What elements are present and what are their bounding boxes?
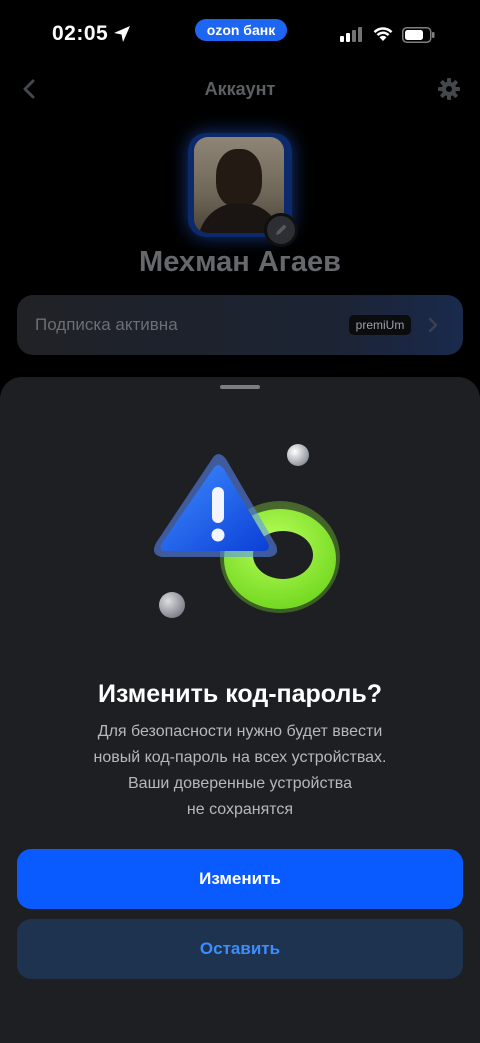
user-name: Мехман Агаев [139, 246, 341, 278]
subscription-card[interactable]: Подписка активна premiUm [17, 295, 463, 355]
description-line: новый код-пароль на всех устройствах. [93, 749, 387, 766]
chevron-right-icon [428, 317, 438, 333]
description-line: Для безопасности нужно будет ввести [97, 723, 383, 740]
gear-icon[interactable] [437, 77, 461, 101]
subscription-label: Подписка активна [35, 315, 178, 334]
premium-badge: premiUm [349, 315, 411, 335]
sheet-description: Для безопасности нужно будет ввести новы… [60, 719, 420, 823]
sheet-grabber[interactable] [220, 385, 260, 389]
change-passcode-button[interactable]: Изменить [17, 849, 463, 909]
description-line: Ваши доверенные устройства [128, 775, 352, 792]
pencil-icon [276, 224, 287, 235]
description-line: не сохранятся [186, 801, 294, 818]
warning-illustration [154, 444, 340, 618]
sheet-title: Изменить код-пароль? [98, 680, 382, 708]
edit-avatar-button[interactable] [264, 213, 298, 247]
keep-passcode-button[interactable]: Оставить [17, 919, 463, 979]
confirm-sheet: Изменить код-пароль? Для безопасности ну… [0, 377, 480, 1043]
page-title: Аккаунт [204, 79, 276, 99]
